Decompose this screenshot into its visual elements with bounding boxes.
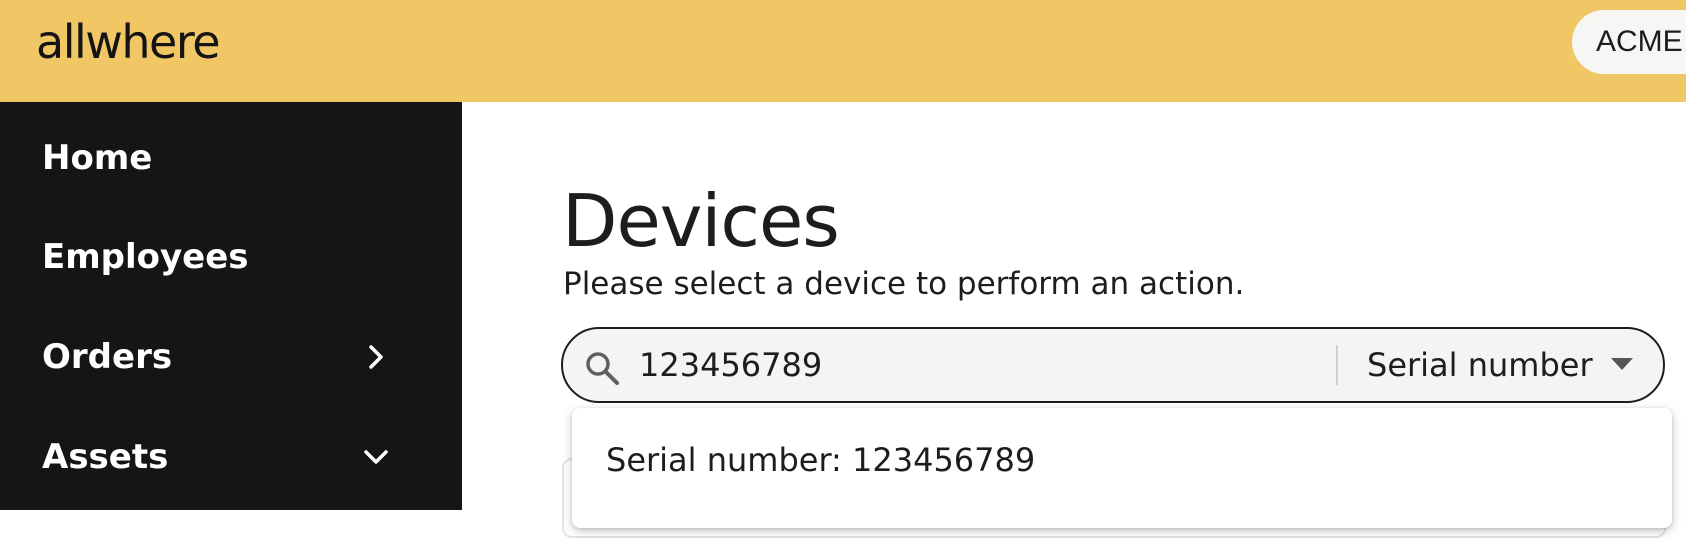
page-subtitle: Please select a device to perform an act… [563, 266, 1245, 302]
main-content: Devices Please select a device to perfor… [462, 102, 1686, 538]
sidebar-item-label: Assets [42, 437, 169, 477]
org-switcher[interactable]: ACME [1572, 10, 1686, 74]
page-title: Devices [562, 179, 840, 263]
search-icon [586, 352, 619, 385]
search-divider [1336, 345, 1338, 385]
dropdown-arrow-icon [1611, 358, 1633, 370]
sidebar-item-home[interactable]: Home [0, 108, 462, 208]
sidebar-item-label: Orders [42, 337, 173, 377]
search-suggestion-item[interactable]: Serial number: 123456789 [572, 408, 1672, 504]
chevron-down-icon [364, 450, 388, 464]
sidebar-item-label: Employees [42, 237, 249, 277]
sidebar-item-label: Home [42, 138, 153, 178]
top-bar: allwhere ACME [0, 0, 1686, 102]
search-filter-label: Serial number [1367, 346, 1593, 384]
sidebar: Home Employees Orders Assets [0, 102, 462, 510]
sidebar-item-employees[interactable]: Employees [0, 207, 462, 307]
search-suggestions-dropdown: Serial number: 123456789 [572, 408, 1672, 528]
search-suggestion-text: Serial number: 123456789 [606, 441, 1036, 479]
sidebar-item-assets[interactable]: Assets [0, 407, 462, 507]
search-input[interactable] [639, 341, 1269, 389]
device-search-bar: Serial number [561, 327, 1665, 403]
chevron-right-icon [369, 345, 383, 369]
sidebar-item-orders[interactable]: Orders [0, 307, 462, 407]
allwhere-logo[interactable]: allwhere [36, 12, 221, 72]
search-filter-select[interactable]: Serial number [1349, 329, 1663, 401]
